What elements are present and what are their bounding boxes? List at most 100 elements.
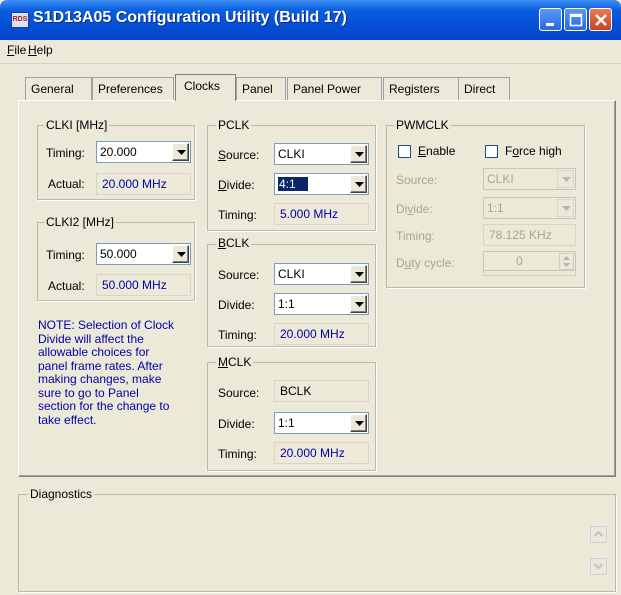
note-line: sure to go to Panel	[38, 385, 139, 400]
duty-slider-track	[483, 271, 576, 276]
clock-divide-note: NOTE: Selection of Clock Divide will aff…	[38, 318, 203, 427]
note-line: making changes, make	[38, 372, 162, 386]
close-icon	[595, 14, 607, 26]
spinner-buttons	[559, 253, 574, 270]
pclk-source-value: CLKI	[278, 147, 305, 161]
pclk-source-label: Source:	[218, 148, 260, 162]
minimize-icon	[546, 23, 554, 26]
tab-panel-power[interactable]: Panel Power	[287, 77, 382, 100]
bclk-timing-label: Timing:	[218, 328, 257, 342]
tab-clocks[interactable]: Clocks	[175, 74, 236, 101]
clki2-timing-combo[interactable]: 50.000	[96, 243, 191, 265]
bclk-divide-value: 1:1	[278, 297, 295, 311]
bclk-divide-label: Divide:	[218, 298, 255, 312]
tab-general[interactable]: General	[25, 77, 92, 100]
app-icon: RDS	[11, 12, 29, 28]
chevron-down-icon[interactable]	[350, 295, 367, 313]
chevron-down-icon[interactable]	[350, 265, 367, 283]
menu-bar	[0, 40, 621, 64]
pclk-timing-label: Timing:	[218, 208, 257, 222]
pwm-duty-value: 0	[516, 254, 523, 268]
note-line: section for the change to	[38, 399, 170, 413]
pwm-force-high-checkbox[interactable]	[485, 145, 498, 158]
clki2-actual-label: Actual:	[48, 279, 85, 293]
chevron-down-icon[interactable]	[172, 245, 189, 263]
maximize-button[interactable]	[564, 8, 587, 31]
pclk-source-combo[interactable]: CLKI	[274, 143, 369, 165]
clki-actual-value: 20.000 MHz	[96, 173, 191, 195]
menu-help-rest: elp	[36, 43, 53, 57]
mclk-source-label: Source:	[218, 386, 260, 400]
note-line: Divide will affect the	[38, 331, 144, 346]
bclk-title: BCLK	[216, 236, 252, 250]
chevron-down-icon	[557, 199, 574, 217]
chevron-down-icon	[557, 170, 574, 188]
tab-registers[interactable]: Registers	[383, 77, 459, 100]
tab-panel-tab[interactable]: Panel	[236, 77, 286, 100]
menu-file[interactable]: File	[7, 43, 26, 57]
pclk-divide-combo[interactable]: 4:1	[274, 173, 369, 195]
mclk-timing-label: Timing:	[218, 447, 257, 461]
tab-preferences[interactable]: Preferences	[92, 77, 174, 100]
pwm-duty-spinner[interactable]: 0	[483, 251, 576, 271]
pwmclk-title: PWMCLK	[394, 118, 451, 132]
mclk-divide-value: 1:1	[278, 416, 295, 430]
pclk-divide-value: 4:1	[277, 176, 309, 192]
diagnostics-title: Diagnostics	[28, 487, 95, 501]
chevron-down-icon[interactable]	[350, 175, 367, 193]
pwm-source-value: CLKI	[487, 172, 514, 186]
bclk-timing-value: 20.000 MHz	[274, 323, 369, 345]
clki-title: CLKI [MHz]	[44, 118, 110, 132]
menu-file-rest: ile	[14, 43, 27, 57]
pwm-divide-label: Divide:	[396, 202, 433, 216]
tab-direct[interactable]: Direct	[458, 77, 510, 100]
pwm-divide-value: 1:1	[487, 201, 504, 215]
note-line: panel frame rates. After	[38, 358, 163, 373]
clki2-timing-value: 50.000	[100, 247, 137, 261]
note-line: NOTE: Selection of Clock	[38, 318, 175, 332]
spin-arrows-icon	[563, 256, 570, 267]
pwm-timing-value: 78.125 KHz	[483, 224, 576, 246]
diagnostics-output[interactable]	[26, 503, 608, 588]
bclk-source-combo[interactable]: CLKI	[274, 263, 369, 285]
bclk-source-value: CLKI	[278, 267, 305, 281]
chevron-down-icon	[593, 563, 604, 570]
pwm-enable-label[interactable]: Enable	[418, 144, 455, 158]
close-button[interactable]	[589, 8, 612, 31]
mclk-timing-value: 20.000 MHz	[274, 442, 369, 464]
chevron-down-icon[interactable]	[350, 414, 367, 432]
chevron-up-icon	[593, 530, 604, 537]
pclk-divide-label: Divide:	[218, 178, 255, 192]
pwm-source-label: Source:	[396, 173, 438, 187]
pwm-source-combo[interactable]: CLKI	[483, 168, 576, 190]
clki2-actual-value: 50.000 MHz	[96, 274, 191, 296]
bclk-divide-combo[interactable]: 1:1	[274, 293, 369, 315]
pwm-force-high-label[interactable]: Force high	[505, 144, 562, 158]
clki-timing-combo[interactable]: 20.000	[96, 141, 191, 163]
pwm-enable-checkbox[interactable]	[398, 145, 411, 158]
chevron-down-icon[interactable]	[350, 145, 367, 163]
maximize-icon	[569, 13, 583, 27]
scroll-down-button[interactable]	[590, 558, 607, 575]
clki2-title: CLKI2 [MHz]	[44, 215, 117, 229]
note-line: take effect.	[38, 412, 97, 427]
menu-help-accel: H	[28, 43, 37, 57]
mclk-divide-combo[interactable]: 1:1	[274, 412, 369, 434]
pwm-timing-label: Timing:	[396, 229, 435, 243]
clki-actual-label: Actual:	[48, 177, 85, 191]
clki2-timing-label: Timing:	[46, 248, 85, 262]
clki-timing-label: Timing:	[46, 146, 85, 160]
pwm-divide-combo[interactable]: 1:1	[483, 197, 576, 219]
chevron-down-icon[interactable]	[172, 143, 189, 161]
scroll-up-button[interactable]	[590, 526, 607, 543]
bclk-source-label: Source:	[218, 268, 260, 282]
minimize-button[interactable]	[539, 8, 562, 31]
mclk-divide-label: Divide:	[218, 417, 255, 431]
note-line: allowable choices for	[38, 345, 150, 359]
mclk-source-value: BCLK	[274, 380, 369, 402]
pwm-duty-label: Duty cycle:	[396, 256, 455, 270]
pclk-timing-value: 5.000 MHz	[274, 203, 369, 225]
window-title: S1D13A05 Configuration Utility (Build 17…	[33, 9, 347, 26]
mclk-title: MCLK	[216, 355, 254, 369]
menu-help[interactable]: Help	[28, 43, 53, 57]
